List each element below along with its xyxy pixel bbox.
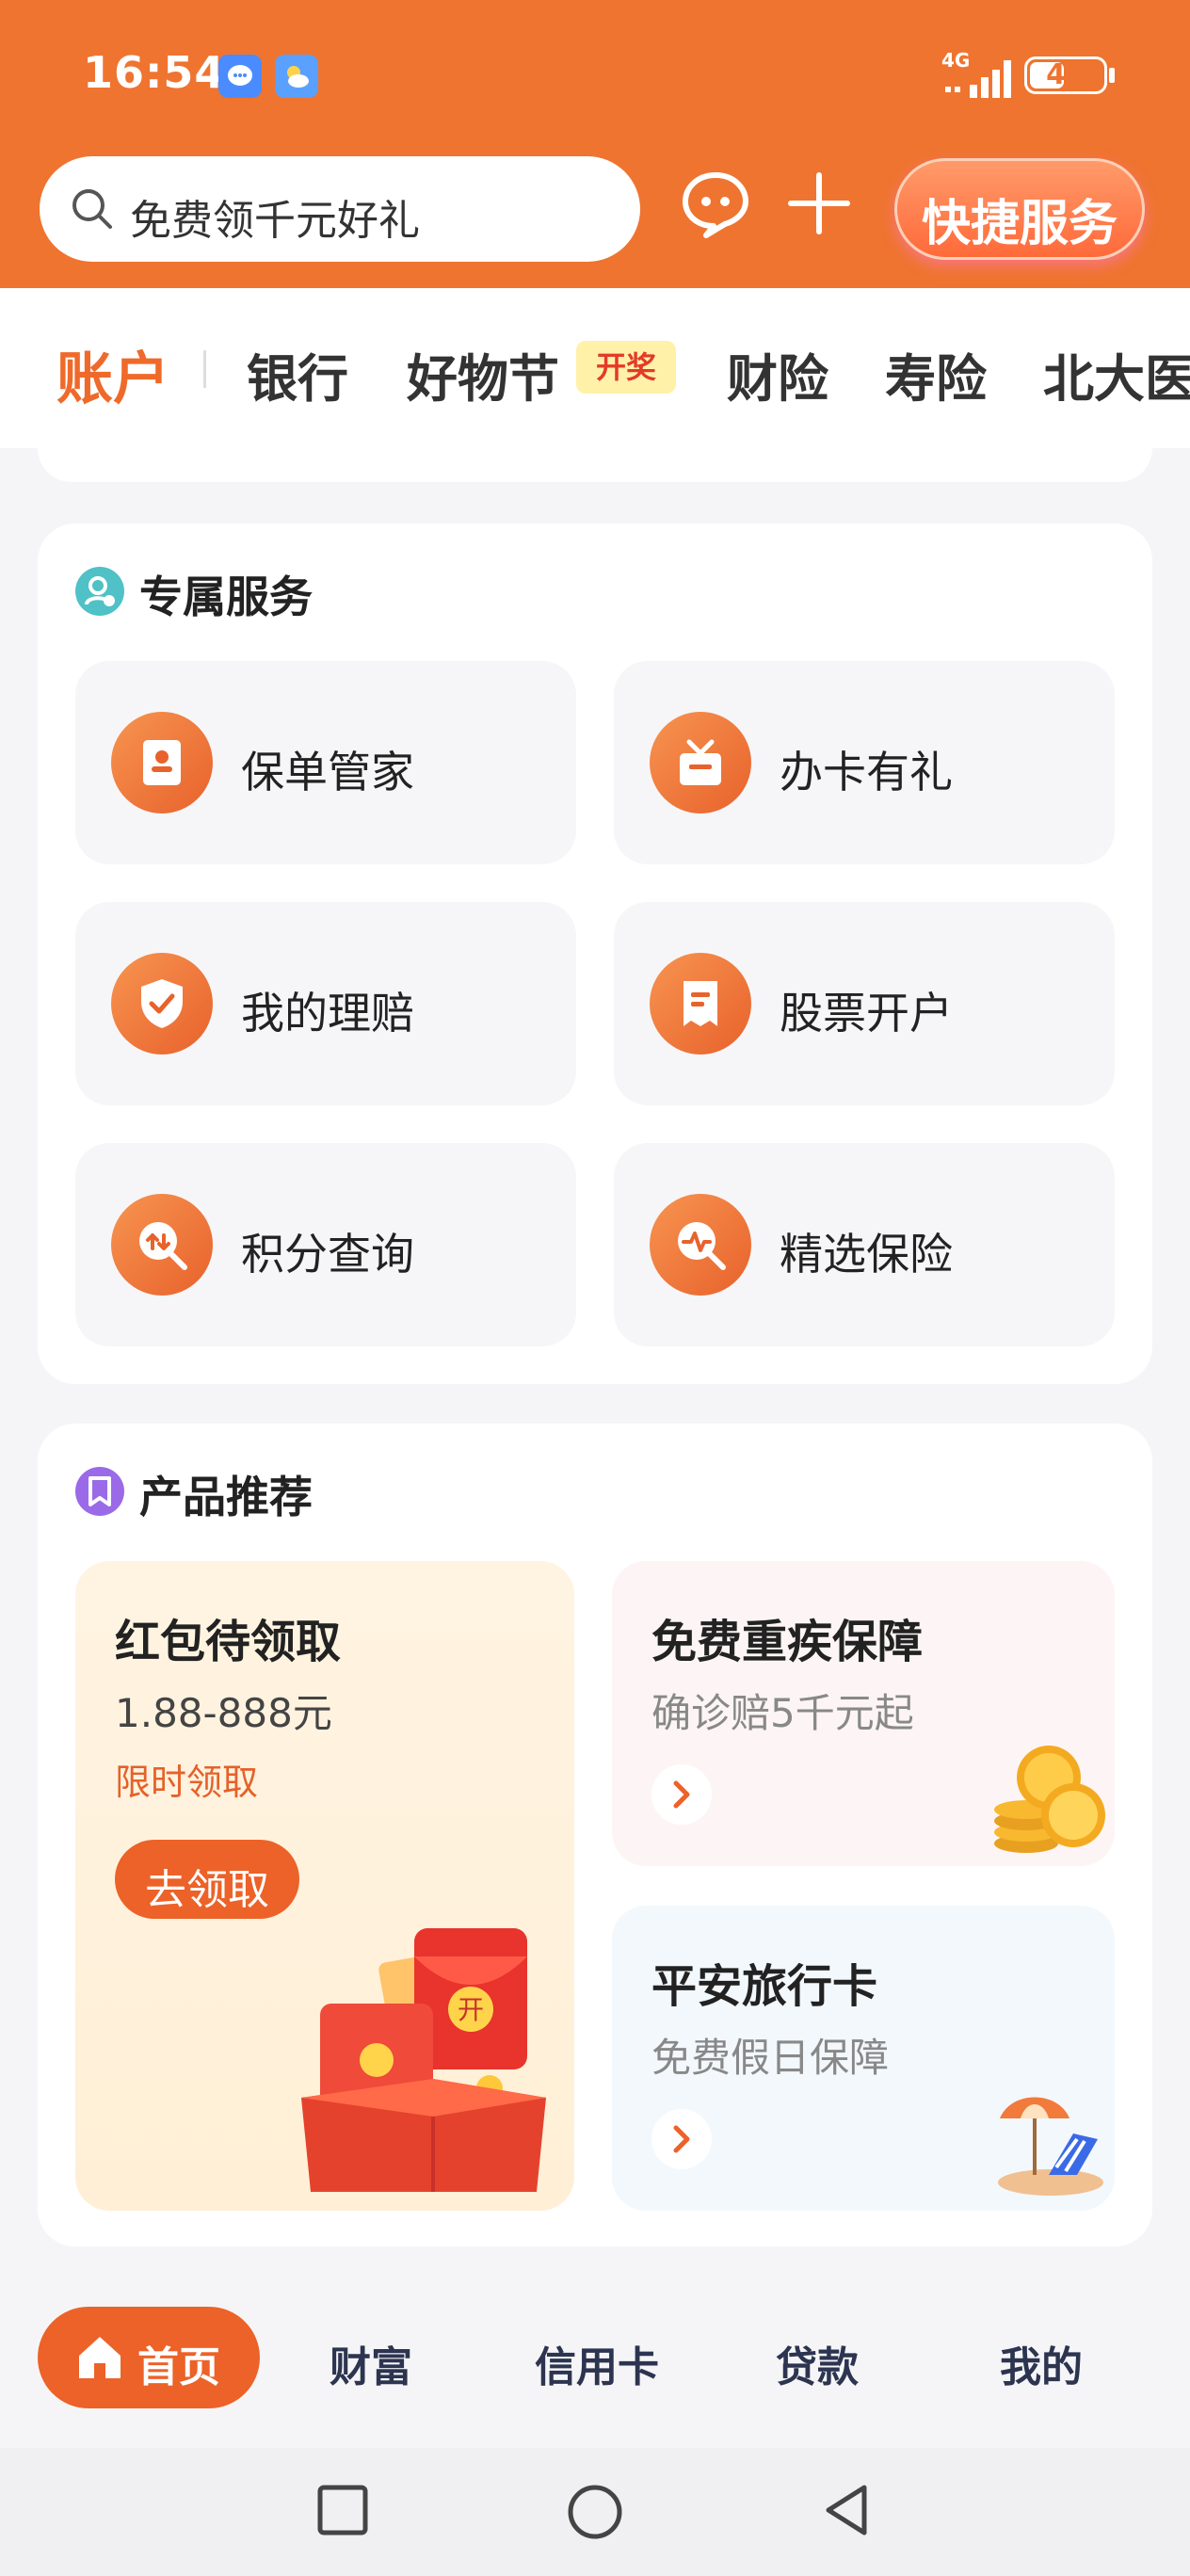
travel-subtitle: 免费假日保障 xyxy=(651,2035,890,2081)
nav-home-label: 首页 xyxy=(137,2343,220,2391)
pulse-search-icon xyxy=(650,1194,751,1296)
red-packet-note: 限时领取 xyxy=(115,1762,259,1803)
critical-subtitle: 确诊赔5千元起 xyxy=(651,1690,914,1736)
bookmark-icon xyxy=(75,1467,124,1516)
previous-card-edge xyxy=(38,414,1152,482)
draw-badge: 开奖 xyxy=(576,341,676,394)
nav-home-button[interactable]: 首页 xyxy=(38,2307,260,2408)
red-packet-amount: 1.88-888元 xyxy=(115,1690,332,1736)
exclusive-services-card: 专属服务 保单管家 办卡有礼 我的理赔 股票开户 积分查询 精选保险 xyxy=(38,523,1152,1384)
critical-title: 免费重疾保障 xyxy=(651,1616,924,1668)
critical-illness-card[interactable]: 免费重疾保障 确诊赔5千元起 xyxy=(612,1561,1115,1866)
tab-medical[interactable]: 北大医 xyxy=(1043,337,1190,411)
travel-title: 平安旅行卡 xyxy=(651,1960,878,2013)
tab-life-insurance[interactable]: 寿险 xyxy=(885,337,987,411)
bottom-navigation: 首页 财富 信用卡 贷款 我的 xyxy=(0,2269,1190,2448)
section-title: 专属服务 xyxy=(139,572,313,622)
travel-card[interactable]: 平安旅行卡 免费假日保障 xyxy=(612,1906,1115,2211)
app-header: 16:54 4G 47 免费领千元好礼 快捷服务 xyxy=(0,0,1190,288)
message-notification-icon xyxy=(218,55,262,98)
plus-icon[interactable] xyxy=(781,166,857,241)
battery-icon: 47 xyxy=(1024,56,1107,94)
weather-notification-icon xyxy=(275,55,318,98)
nav-credit-card[interactable]: 信用卡 xyxy=(535,2333,659,2393)
home-system-icon[interactable] xyxy=(565,2482,625,2542)
service-selected-insurance[interactable]: 精选保险 xyxy=(614,1143,1115,1346)
shield-check-icon xyxy=(111,953,213,1055)
claim-button-label: 去领取 xyxy=(145,1866,269,1914)
critical-arrow-button[interactable] xyxy=(651,1764,712,1825)
service-label: 精选保险 xyxy=(780,1229,953,1280)
recent-apps-icon[interactable] xyxy=(314,2482,371,2538)
service-points-query[interactable]: 积分查询 xyxy=(75,1143,576,1346)
claim-button[interactable]: 去领取 xyxy=(115,1840,299,1919)
system-navigation-bar xyxy=(0,2448,1190,2576)
tab-account[interactable]: 账户 xyxy=(56,333,169,415)
service-stock-account[interactable]: 股票开户 xyxy=(614,902,1115,1105)
home-icon xyxy=(79,2337,121,2378)
user-service-icon xyxy=(75,567,124,616)
tab-divider xyxy=(203,350,206,388)
status-time: 16:54 xyxy=(83,47,226,98)
tab-bank[interactable]: 银行 xyxy=(247,337,348,411)
product-recommendations-card: 产品推荐 红包待领取 1.88-888元 限时领取 去领取 开 免费重疾保障 确… xyxy=(38,1424,1152,2246)
battery-percent: 47 xyxy=(1046,58,1085,91)
back-icon[interactable] xyxy=(819,2482,876,2538)
travel-arrow-button[interactable] xyxy=(651,2109,712,2169)
search-bar[interactable]: 免费领千元好礼 xyxy=(40,156,640,262)
gift-box-icon xyxy=(650,712,751,813)
service-policy-manager[interactable]: 保单管家 xyxy=(75,661,576,864)
quick-service-button[interactable]: 快捷服务 xyxy=(894,158,1145,260)
tab-goods-festival[interactable]: 好物节 xyxy=(407,337,559,411)
service-card-gift[interactable]: 办卡有礼 xyxy=(614,661,1115,864)
nav-loan[interactable]: 贷款 xyxy=(776,2333,859,2393)
search-icon xyxy=(72,189,112,229)
nav-mine[interactable]: 我的 xyxy=(1000,2333,1083,2393)
service-label: 保单管家 xyxy=(241,747,414,797)
service-label: 办卡有礼 xyxy=(780,747,953,797)
search-placeholder: 免费领千元好礼 xyxy=(130,197,420,245)
service-label: 积分查询 xyxy=(241,1229,414,1280)
points-search-icon xyxy=(111,1194,213,1296)
signal-icon xyxy=(945,60,1011,98)
open-seal-text: 开 xyxy=(458,1994,484,2025)
tab-property-insurance[interactable]: 财险 xyxy=(727,337,828,411)
service-label: 我的理赔 xyxy=(241,988,414,1038)
battery-tip xyxy=(1109,68,1115,83)
gold-coins-illustration xyxy=(994,1746,1105,1853)
quick-service-label: 快捷服务 xyxy=(921,196,1118,252)
message-icon[interactable] xyxy=(678,166,753,241)
nav-wealth[interactable]: 财富 xyxy=(330,2333,412,2393)
red-packet-gift-illustration: 开 xyxy=(301,1928,546,2192)
policy-icon xyxy=(111,712,213,813)
beach-chair-illustration xyxy=(998,2097,1103,2196)
service-label: 股票开户 xyxy=(780,988,953,1038)
section-title: 产品推荐 xyxy=(139,1472,313,1522)
red-packet-title: 红包待领取 xyxy=(115,1616,342,1668)
receipt-icon xyxy=(650,953,751,1055)
service-my-claims[interactable]: 我的理赔 xyxy=(75,902,576,1105)
red-packet-card[interactable]: 红包待领取 1.88-888元 限时领取 去领取 开 xyxy=(75,1561,574,2211)
